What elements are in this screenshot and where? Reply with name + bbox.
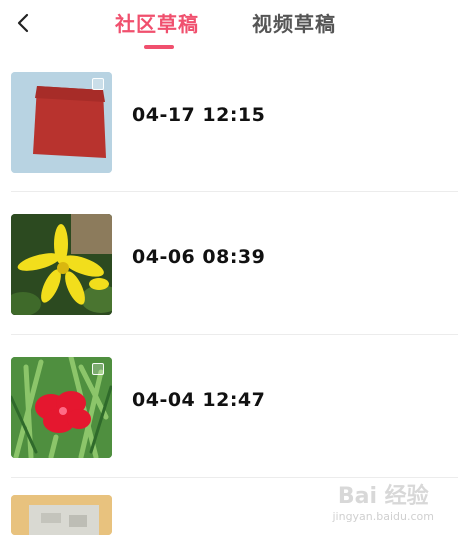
active-tab-indicator: [144, 45, 174, 49]
select-checkbox[interactable]: [92, 78, 104, 90]
draft-item[interactable]: 04-06 08:39: [0, 192, 458, 335]
draft-thumbnail[interactable]: [11, 214, 112, 315]
tab-community-drafts[interactable]: 社区草稿: [115, 8, 199, 37]
draft-item[interactable]: 04-17 12:15: [0, 62, 458, 192]
draft-item[interactable]: 04-04 12:47: [0, 335, 458, 478]
draft-thumbnail[interactable]: [11, 72, 112, 173]
draft-time: 04-04 12:47: [132, 389, 266, 411]
draft-thumbnail-partial[interactable]: [11, 495, 112, 535]
watermark-brand: Bai 经验: [337, 484, 429, 509]
top-bar: 社区草稿 视频草稿: [0, 0, 458, 54]
draft-time: 04-06 08:39: [132, 246, 266, 268]
watermark: Bai 经验 jingyan.baidu.com: [332, 478, 434, 523]
chevron-left-icon: [17, 13, 29, 33]
tab-video-drafts[interactable]: 视频草稿: [252, 8, 336, 37]
draft-thumbnail[interactable]: [11, 357, 112, 458]
select-checkbox[interactable]: [92, 363, 104, 375]
drafts-list: 04-17 12:15 04-06 08:39 04-04 12:47: [0, 62, 458, 478]
back-button[interactable]: [8, 8, 38, 38]
draft-time: 04-17 12:15: [132, 104, 266, 126]
yellow-lily-photo: [11, 214, 112, 315]
partial-photo: [11, 495, 112, 535]
watermark-url: jingyan.baidu.com: [332, 510, 434, 523]
